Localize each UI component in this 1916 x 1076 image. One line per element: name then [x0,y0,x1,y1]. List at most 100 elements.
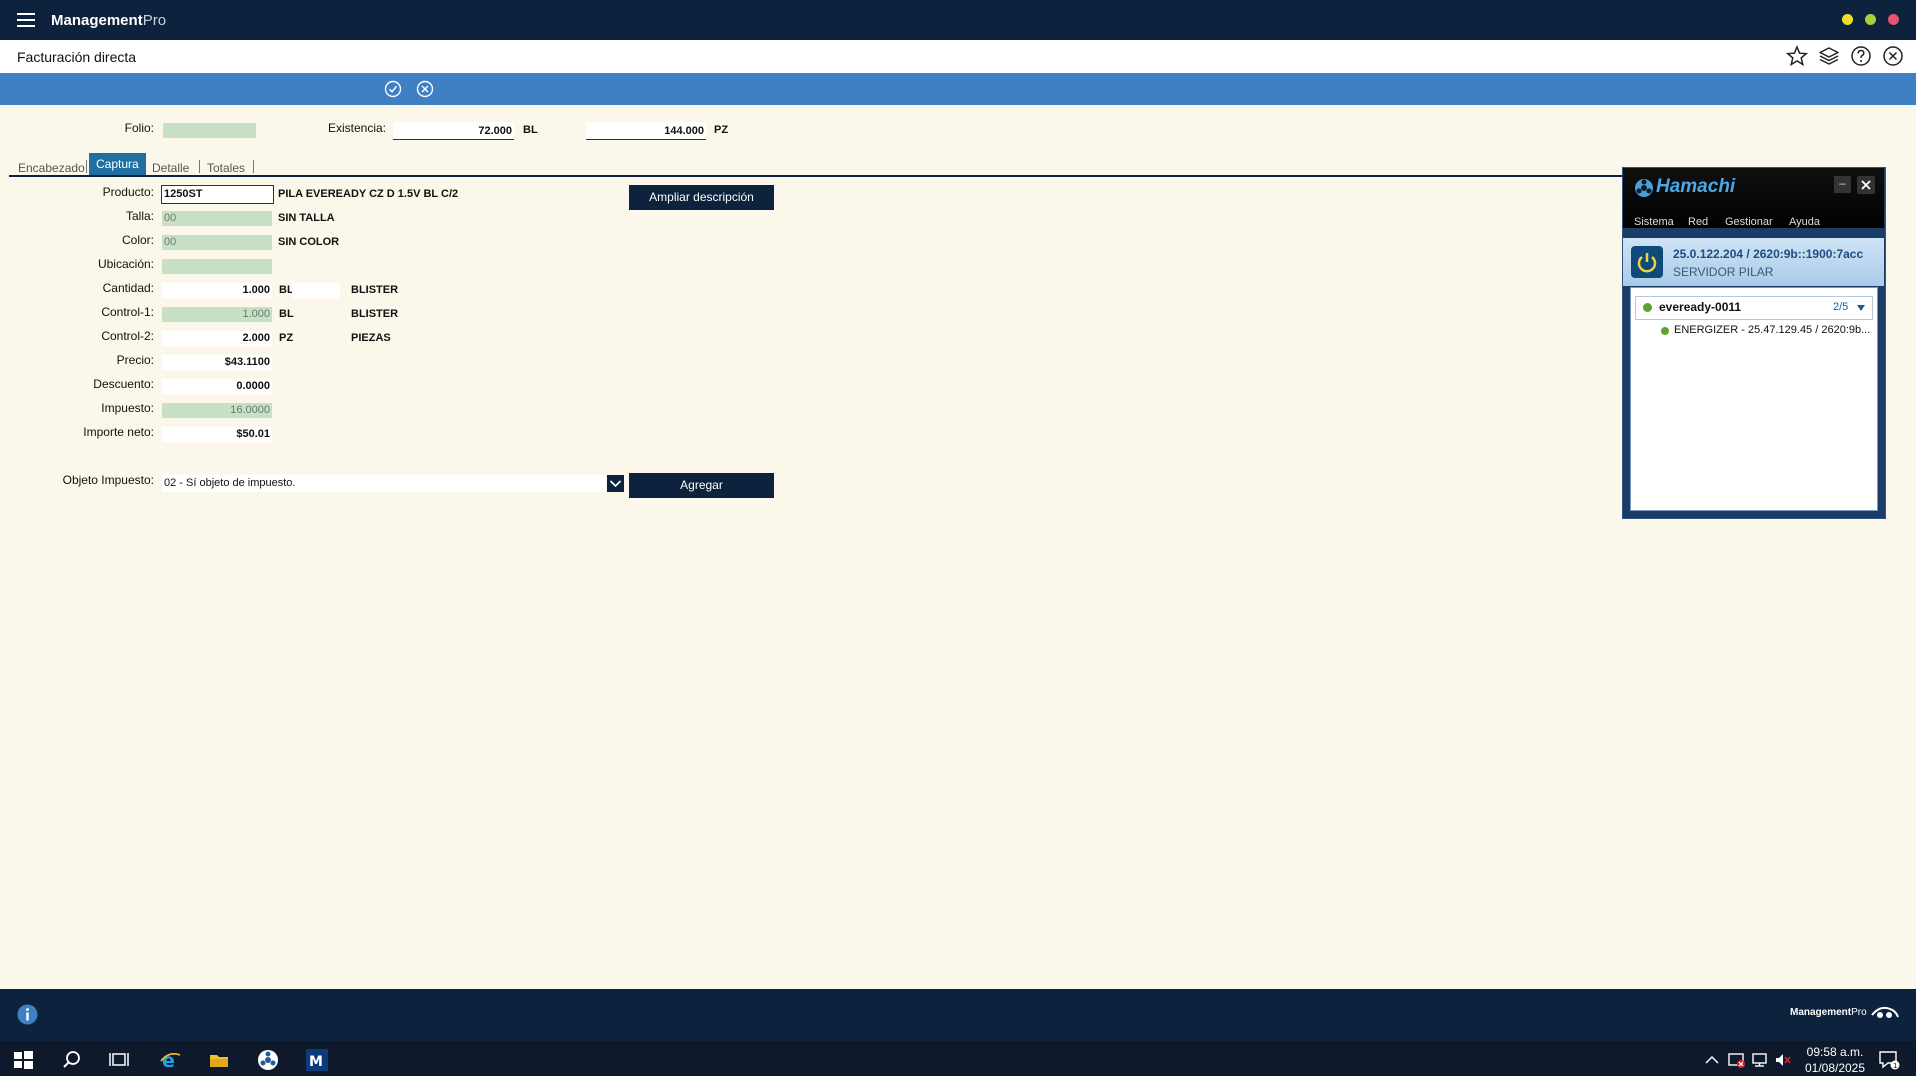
hamachi-logo-icon [1635,179,1653,197]
network-member[interactable]: ENERGIZER - 25.47.129.45 / 2620:9b... [1674,324,1870,336]
precio-field[interactable]: $43.1100 [162,355,272,370]
footer-brand-suffix: Pro [1851,1007,1867,1018]
control1-unit: BL [279,308,294,320]
network-tray-icon[interactable] [1751,1052,1769,1068]
svg-text:1: 1 [1893,1062,1897,1070]
hamachi-title: Hamachi [1656,176,1736,197]
minimize-window-button[interactable] [1842,14,1853,25]
volume-muted-icon[interactable] [1774,1052,1792,1068]
hamachi-network-list [1630,287,1878,511]
talla-label: Talla: [125,209,154,223]
windows-start-icon[interactable] [12,1049,34,1071]
app-title-bar [0,0,1916,40]
hamburger-menu-icon[interactable] [17,13,35,27]
impuesto-field[interactable]: 16.0000 [162,403,272,418]
talla-description: SIN TALLA [278,212,335,224]
hamachi-close-icon[interactable] [1857,176,1875,194]
existencia-label: Existencia: [327,121,386,135]
clock-time: 09:58 a.m. [1806,1045,1864,1059]
page-title: Facturación directa [17,49,137,65]
ampliar-descripcion-button[interactable]: Ampliar descripción [629,185,774,210]
existencia-pz-unit: PZ [714,124,729,136]
app-brand: ManagementPro [51,12,166,29]
member-online-indicator [1661,327,1669,335]
color-description: SIN COLOR [278,236,340,248]
app-name: Management [51,12,143,29]
impuesto-label: Impuesto: [101,401,154,415]
producto-input[interactable]: 1250ST [161,185,274,204]
taskbar [0,1041,1916,1076]
control1-label: Control-1: [101,305,154,319]
existencia-pz-field: 144.000 [586,122,706,140]
task-view-icon[interactable] [108,1049,130,1071]
favorite-star-icon[interactable] [1786,45,1808,67]
tab-separator [86,160,87,173]
clock-date: 01/08/2025 [1804,1061,1866,1075]
info-icon[interactable] [17,1004,38,1025]
cantidad-field[interactable]: 1.000 [162,283,272,298]
hamachi-menu-ayuda[interactable]: Ayuda [1789,216,1820,228]
page-header [0,40,1916,74]
footer-brand-name: Management [1790,1007,1852,1018]
cantidad-description: BLISTER [351,284,399,296]
hamachi-taskbar-icon[interactable] [257,1049,279,1071]
chevron-down-icon[interactable] [607,475,624,492]
objeto-impuesto-select[interactable]: 02 - Sí objeto de impuesto. [162,475,606,492]
control2-label: Control-2: [101,329,154,343]
power-icon[interactable] [1631,246,1663,278]
color-label: Color: [121,233,154,247]
chevron-up-icon[interactable] [1705,1055,1719,1065]
ubicacion-field[interactable] [162,259,272,274]
objeto-impuesto-label: Objeto Impuesto: [62,473,154,487]
cancel-x-icon[interactable] [416,80,434,98]
file-explorer-icon[interactable] [208,1049,230,1071]
help-icon[interactable] [1850,45,1872,67]
descuento-field[interactable]: 0.0000 [162,379,272,394]
existencia-bl-field: 72.000 [393,122,514,140]
hamachi-menu-sistema[interactable]: Sistema [1634,216,1674,228]
hamachi-menu-gestionar[interactable]: Gestionar [1725,216,1773,228]
importe-neto-label: Importe neto: [83,425,154,439]
color-field[interactable]: 00 [162,235,272,250]
control2-field[interactable]: 2.000 [162,331,272,346]
tab-underline [9,175,1623,177]
search-icon[interactable] [61,1049,83,1071]
svg-text:M: M [309,1054,323,1070]
internet-explorer-icon[interactable]: e [159,1049,181,1071]
network-name: eveready-0011 [1659,300,1742,314]
control1-description: BLISTER [351,308,399,320]
security-tray-icon[interactable] [1728,1052,1746,1068]
control1-field[interactable]: 1.000 [162,307,272,322]
app-name-suffix: Pro [142,12,167,29]
hamachi-host: SERVIDOR PILAR [1673,265,1774,279]
hamachi-minimize-button[interactable]: – [1834,176,1851,193]
close-page-icon[interactable] [1882,45,1904,67]
ubicacion-label: Ubicación: [97,257,154,271]
agregar-button[interactable]: Agregar [629,473,774,498]
action-bar [0,73,1916,105]
managementpro-taskbar-icon[interactable]: M [306,1049,328,1071]
producto-label: Producto: [102,185,154,199]
cantidad-unit-field[interactable] [292,283,340,298]
hamachi-menu-red[interactable]: Red [1688,216,1708,228]
tab-separator [199,160,200,173]
footer-brand: ManagementPro [1790,1007,1867,1018]
network-count: 2/5 [1833,301,1849,313]
talla-field[interactable]: 00 [162,211,272,226]
system-clock[interactable]: 09:58 a.m. 01/08/2025 [1800,1044,1870,1076]
control2-description: PIEZAS [351,332,391,344]
importe-neto-field: $50.01 [162,427,272,442]
app-footer [0,989,1916,1041]
maximize-window-button[interactable] [1865,14,1876,25]
network-expand-icon[interactable] [1856,303,1866,313]
descuento-label: Descuento: [93,377,154,391]
layers-icon[interactable] [1818,45,1840,67]
hamachi-address: 25.0.122.204 / 2620:9b::1900:7acc [1673,247,1864,261]
notifications-icon[interactable]: 1 [1878,1050,1900,1070]
close-window-button[interactable] [1888,14,1899,25]
tab-captura[interactable]: Captura [89,153,146,176]
control2-unit: PZ [279,332,294,344]
network-online-indicator [1643,303,1652,312]
confirm-check-icon[interactable] [384,80,402,98]
footer-logo-icon [1871,1006,1899,1018]
